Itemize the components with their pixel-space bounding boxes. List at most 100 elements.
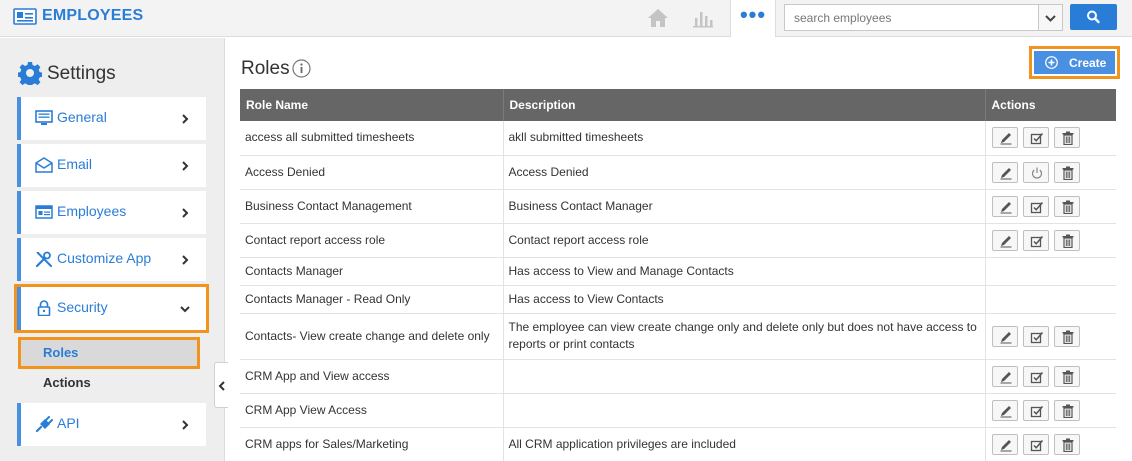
delete-button[interactable] (1053, 399, 1080, 421)
table-row[interactable]: Business Contact Management Business Cont… (240, 189, 1116, 224)
table-row[interactable]: CRM apps for Sales/Marketing All CRM appl… (240, 427, 1116, 461)
sidebar-item-label: API (57, 415, 80, 431)
chevron-left-icon (218, 381, 225, 391)
edit-button[interactable] (991, 325, 1018, 347)
search-input[interactable] (784, 4, 1038, 31)
description-cell (503, 359, 986, 394)
edit-button[interactable] (991, 161, 1018, 183)
search-button[interactable] (1070, 4, 1117, 30)
table-row[interactable]: CRM App and View access (240, 359, 1116, 394)
check-button[interactable] (1022, 433, 1049, 455)
chevron-right-icon (182, 208, 189, 218)
sidebar-item-label: General (57, 109, 107, 125)
role-name-cell: access all submitted timesheets (240, 121, 504, 156)
actions-cell (985, 189, 1116, 224)
trash-icon (1062, 330, 1073, 344)
sidebar-collapse-toggle[interactable] (214, 362, 228, 408)
search-dropdown-toggle[interactable] (1038, 4, 1063, 31)
check-button[interactable] (1022, 127, 1049, 149)
home-icon[interactable] (646, 7, 670, 29)
description-cell: akll submitted timesheets (503, 121, 986, 156)
edit-button[interactable] (991, 433, 1018, 455)
bar-chart-icon[interactable] (692, 8, 714, 28)
envelope-icon (35, 157, 53, 173)
delete-button[interactable] (1053, 325, 1080, 347)
plug-icon (35, 416, 53, 432)
create-button-highlight: Create (1029, 46, 1120, 79)
sidebar-item-label: Email (57, 156, 93, 172)
plus-circle-icon (1045, 56, 1058, 69)
trash-icon (1062, 131, 1073, 146)
check-button[interactable] (1022, 399, 1049, 421)
sidebar-subitem-roles[interactable]: Roles (18, 337, 200, 369)
page-title: Roles (241, 58, 290, 79)
check-button[interactable] (1022, 365, 1049, 387)
sidebar-item-security[interactable]: Security (14, 284, 209, 333)
table-header-row: Role Name Description Actions (240, 89, 1116, 121)
check-square-icon (1030, 331, 1043, 343)
power-icon (1031, 167, 1042, 179)
edit-button[interactable] (991, 229, 1018, 251)
edit-button[interactable] (991, 195, 1018, 217)
sidebar-item-customize-app[interactable]: Customize App (17, 238, 206, 281)
table-row[interactable]: Contacts Manager Has access to View and M… (240, 257, 1116, 286)
sidebar-item-general[interactable]: General (17, 97, 206, 140)
table-row[interactable]: access all submitted timesheets akll subm… (240, 121, 1116, 156)
role-name-cell: CRM App and View access (240, 359, 504, 394)
table-row[interactable]: Access Denied Access Denied (240, 155, 1116, 190)
sidebar-item-api[interactable]: API (17, 403, 206, 446)
delete-button[interactable] (1053, 127, 1080, 149)
description-cell: Contact report access role (503, 223, 986, 258)
description-cell: All CRM application privileges are inclu… (503, 427, 986, 461)
sidebar-item-label: Security (57, 299, 108, 315)
top-bar: EMPLOYEES ••• (0, 0, 1132, 37)
table-row[interactable]: Contacts- View create change and delete … (240, 313, 1116, 360)
more-menu-button[interactable]: ••• (730, 0, 776, 37)
column-header-role-name[interactable]: Role Name (240, 89, 504, 121)
description-cell: Has access to View and Manage Contacts (503, 257, 986, 286)
pencil-icon (1000, 371, 1011, 383)
edit-button[interactable] (991, 365, 1018, 387)
actions-cell (985, 427, 1116, 461)
delete-button[interactable] (1053, 161, 1080, 183)
actions-cell (985, 285, 1116, 314)
monitor-icon (35, 110, 53, 125)
sidebar-item-email[interactable]: Email (17, 144, 206, 187)
gear-icon (18, 62, 42, 85)
delete-button[interactable] (1053, 229, 1080, 251)
info-icon[interactable] (292, 59, 311, 78)
table-row[interactable]: CRM App View Access (240, 393, 1116, 428)
power-button[interactable] (1022, 161, 1049, 183)
check-button[interactable] (1022, 229, 1049, 251)
edit-button[interactable] (991, 399, 1018, 421)
delete-button[interactable] (1053, 195, 1080, 217)
search-icon (1087, 10, 1100, 24)
check-square-icon (1030, 235, 1043, 247)
check-square-icon (1030, 439, 1043, 451)
edit-button[interactable] (991, 127, 1018, 149)
create-button[interactable]: Create (1034, 51, 1115, 74)
description-cell: Access Denied (503, 155, 986, 190)
check-square-icon (1030, 133, 1043, 145)
trash-icon (1062, 166, 1073, 180)
chevron-right-icon (182, 161, 189, 171)
table-row[interactable]: Contacts Manager - Read Only Has access t… (240, 285, 1116, 314)
delete-button[interactable] (1053, 433, 1080, 455)
sidebar-item-employees[interactable]: Employees (17, 191, 206, 234)
actions-cell (985, 359, 1116, 394)
pencil-icon (1000, 439, 1011, 451)
pencil-icon (1000, 235, 1011, 247)
sidebar-subitem-actions[interactable]: Actions (21, 370, 197, 396)
check-button[interactable] (1022, 195, 1049, 217)
sidebar-item-label: Employees (57, 203, 127, 219)
check-button[interactable] (1022, 325, 1049, 347)
create-label: Create (1069, 56, 1107, 70)
role-name-cell: Access Denied (240, 155, 504, 190)
table-row[interactable]: Contact report access role Contact report… (240, 223, 1116, 258)
app-title[interactable]: EMPLOYEES (42, 7, 143, 25)
check-square-icon (1030, 405, 1043, 417)
column-header-description[interactable]: Description (503, 89, 986, 121)
description-cell: Has access to View Contacts (503, 285, 986, 314)
role-name-cell: CRM apps for Sales/Marketing (240, 427, 504, 461)
delete-button[interactable] (1053, 365, 1080, 387)
